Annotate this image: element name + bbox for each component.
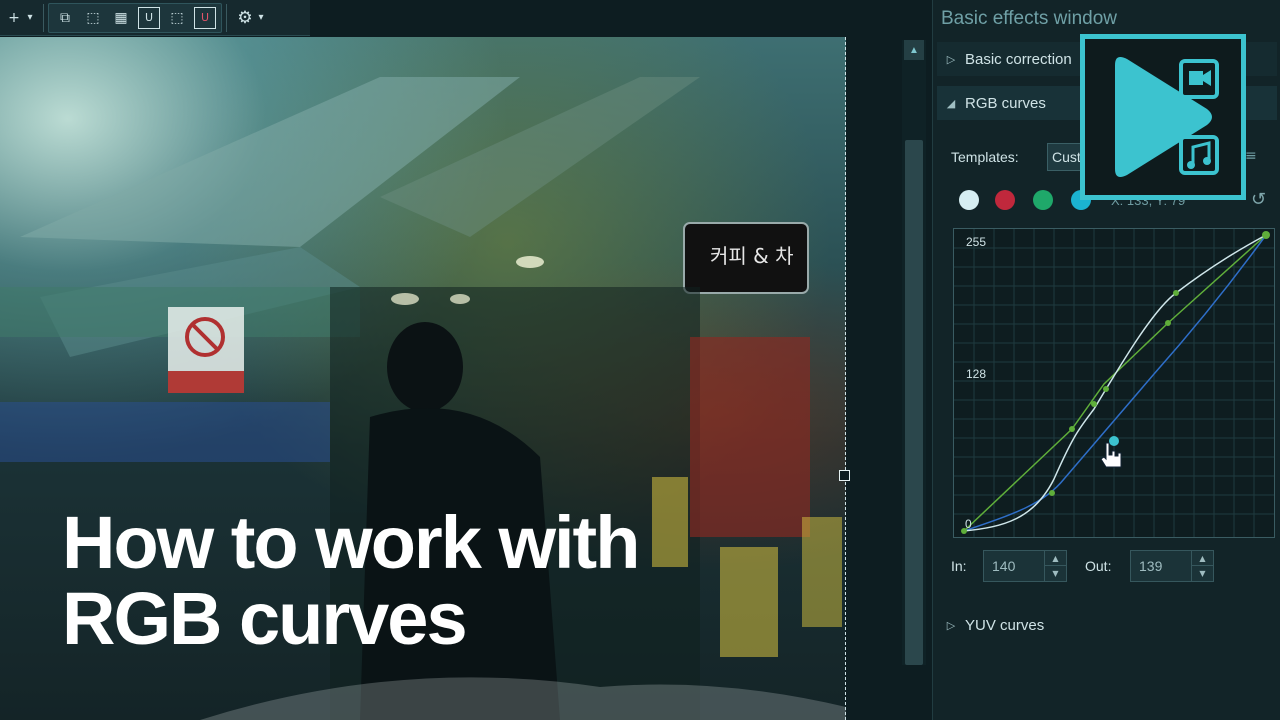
spin-up-icon[interactable]: ▲ xyxy=(1192,551,1213,566)
group-icon[interactable]: ⧉ xyxy=(54,7,76,29)
spin-up-icon[interactable]: ▲ xyxy=(1045,551,1066,566)
svg-text:커피 & 차: 커피 & 차 xyxy=(710,244,794,268)
scroll-thumb[interactable] xyxy=(905,140,923,665)
toolbar-group: ⧉ ⬚ ▦ U ⬚ U xyxy=(48,2,222,33)
expand-arrow-icon: ▷ xyxy=(946,618,956,632)
luma-channel-button[interactable] xyxy=(959,190,979,210)
in-value: 140 xyxy=(992,558,1016,574)
selection-border xyxy=(845,37,846,720)
grid-icon[interactable]: ▦ xyxy=(110,7,132,29)
snap-icon[interactable]: U xyxy=(194,6,216,29)
menu-icon[interactable]: ≡ xyxy=(1245,148,1257,164)
spin-down-icon[interactable]: ▼ xyxy=(1192,566,1213,581)
scroll-up-icon[interactable]: ▲ xyxy=(904,40,924,60)
dropdown-arrow-icon[interactable]: ▾ xyxy=(24,7,36,29)
play-logo-icon xyxy=(1115,57,1219,177)
expand-arrow-icon: ▷ xyxy=(946,52,956,66)
out-value-stepper[interactable]: 139 ▲ ▼ xyxy=(1130,550,1214,582)
settings-dropdown-icon[interactable]: ▾ xyxy=(255,7,267,29)
ungroup-icon[interactable]: ⬚ xyxy=(82,7,104,29)
panel-title: Basic effects window xyxy=(941,8,1118,29)
resize-handle[interactable] xyxy=(839,470,850,481)
curves-canvas xyxy=(954,229,1274,537)
spin-down-icon[interactable]: ▼ xyxy=(1045,566,1066,581)
editor-toolbar: + ▾ ⧉ ⬚ ▦ U ⬚ U ⚙ ▾ xyxy=(0,0,310,36)
vsdc-logo xyxy=(1080,34,1246,200)
in-label: In: xyxy=(951,558,967,574)
section-label: RGB curves xyxy=(965,94,1046,112)
video-title-overlay: How to work with RGB curves xyxy=(62,505,822,657)
section-label: YUV curves xyxy=(965,616,1045,634)
templates-label: Templates: xyxy=(951,149,1019,165)
toolbar-divider xyxy=(226,3,227,32)
select-frame-icon[interactable]: ⬚ xyxy=(166,7,188,29)
section-label: Basic correction xyxy=(965,50,1072,68)
magnet-icon[interactable]: U xyxy=(138,6,160,29)
green-channel-button[interactable] xyxy=(1033,190,1053,210)
in-spin: ▲ ▼ xyxy=(1044,551,1066,581)
graph-label-255: 255 xyxy=(966,235,987,249)
red-channel-button[interactable] xyxy=(995,190,1015,210)
toolbar-divider xyxy=(43,3,44,32)
title-line-1: How to work with xyxy=(62,501,640,584)
section-yuv-curves[interactable]: ▷ YUV curves xyxy=(937,608,1277,642)
graph-label-0: 0 xyxy=(965,517,972,531)
out-label: Out: xyxy=(1085,558,1112,574)
add-icon[interactable]: + xyxy=(3,7,25,29)
reset-icon[interactable]: ↺ xyxy=(1251,189,1266,210)
out-value: 139 xyxy=(1139,558,1163,574)
app-window: + ▾ ⧉ ⬚ ▦ U ⬚ U ⚙ ▾ 커피 & 차 How to work w… xyxy=(0,0,1280,720)
vertical-scrollbar[interactable]: ▲ xyxy=(902,40,926,665)
graph-label-128: 128 xyxy=(966,367,987,381)
title-line-2: RGB curves xyxy=(62,577,468,660)
rgb-curves-graph[interactable]: 255 128 0 xyxy=(953,228,1275,538)
settings-icon[interactable]: ⚙ xyxy=(234,7,256,29)
collapse-arrow-icon: ◢ xyxy=(946,96,956,110)
in-value-stepper[interactable]: 140 ▲ ▼ xyxy=(983,550,1067,582)
out-spin: ▲ ▼ xyxy=(1191,551,1213,581)
hand-cursor-icon xyxy=(1100,442,1122,468)
